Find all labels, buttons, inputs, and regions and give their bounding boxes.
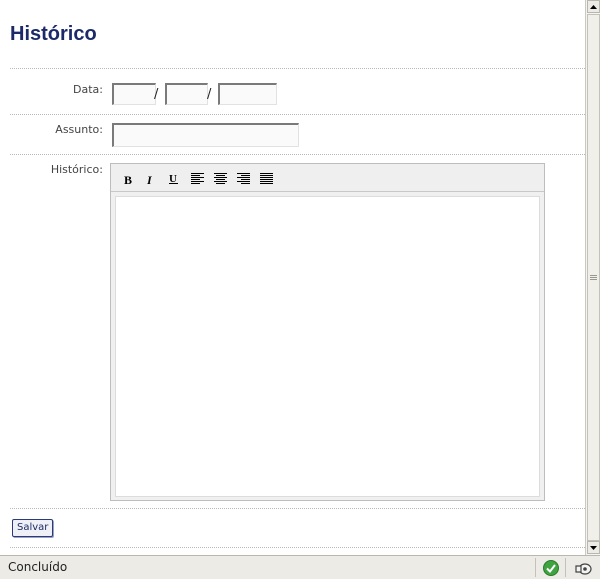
underline-icon: U (169, 173, 178, 185)
arrow-up-icon (590, 4, 597, 9)
grip-icon (590, 275, 597, 280)
arrow-down-icon (590, 545, 597, 550)
align-right-icon (237, 173, 250, 184)
italic-button[interactable]: I (142, 170, 159, 187)
status-text: Concluído (8, 560, 68, 574)
rich-text-editor: B I U (110, 163, 545, 501)
italic-icon: I (146, 173, 153, 185)
divider (10, 154, 585, 155)
data-label: Data: (73, 83, 103, 96)
align-center-icon (214, 173, 227, 184)
historico-label: Histórico: (50, 163, 103, 176)
check-icon (542, 559, 559, 576)
divider (10, 508, 585, 509)
date-separator: / (154, 87, 159, 102)
bold-button[interactable]: B (120, 170, 137, 187)
align-center-button[interactable] (212, 170, 229, 187)
svg-text:I: I (146, 173, 153, 185)
justify-icon (260, 173, 273, 184)
scroll-up-button[interactable] (587, 0, 600, 13)
security-icon (575, 562, 592, 575)
save-button[interactable]: Salvar (12, 519, 54, 537)
status-security-cell[interactable] (565, 558, 600, 577)
divider (10, 547, 585, 548)
status-bar: Concluído (0, 555, 600, 579)
underline-button[interactable]: U (165, 170, 182, 187)
editor-toolbar: B I U (111, 164, 544, 192)
editor-content-area[interactable] (115, 196, 540, 497)
align-right-button[interactable] (235, 170, 252, 187)
scrollbar-thumb[interactable] (587, 14, 600, 541)
divider (10, 68, 585, 69)
justify-button[interactable] (258, 170, 275, 187)
date-separator: / (207, 87, 212, 102)
scroll-down-button[interactable] (587, 541, 600, 554)
align-left-button[interactable] (189, 170, 206, 187)
align-left-icon (191, 173, 204, 184)
assunto-label: Assunto: (55, 123, 103, 136)
assunto-input[interactable] (112, 123, 299, 147)
vertical-scrollbar[interactable] (585, 0, 600, 555)
page-title: Histórico (10, 23, 97, 45)
svg-text:B: B (124, 173, 132, 185)
month-input[interactable] (165, 83, 208, 105)
day-input[interactable] (112, 83, 156, 105)
page-viewport: Histórico Data: / / Assunto: Histórico: … (0, 0, 585, 555)
year-input[interactable] (218, 83, 277, 105)
status-check-cell[interactable] (535, 558, 565, 577)
divider (10, 114, 585, 115)
bold-icon: B (124, 173, 132, 185)
